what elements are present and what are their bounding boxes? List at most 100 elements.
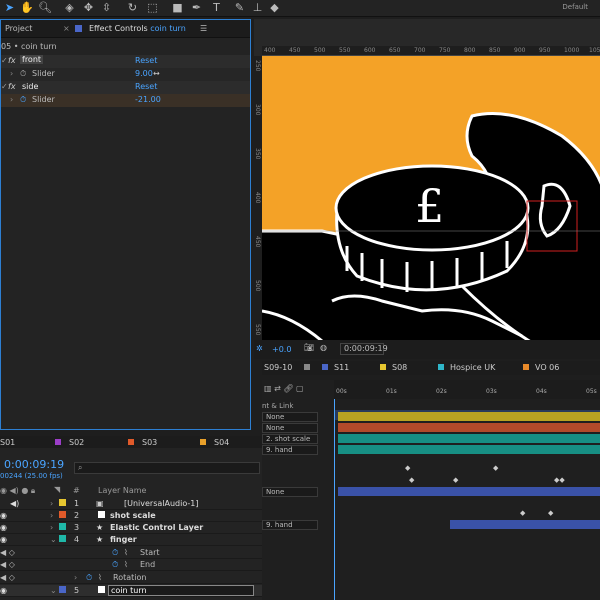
- keyframe-nav-icon[interactable]: ◀ ◇: [0, 573, 15, 582]
- chevron-down-icon[interactable]: ⌄: [50, 535, 57, 544]
- keyframe-icon[interactable]: ◆: [453, 476, 458, 484]
- eye-icon[interactable]: ◉: [0, 535, 7, 544]
- effect-name[interactable]: front: [20, 55, 44, 64]
- audio-icon[interactable]: ◀): [10, 499, 19, 508]
- chevron-right-icon[interactable]: ›: [10, 95, 13, 104]
- keyframe-icon[interactable]: ◆: [548, 509, 553, 517]
- orbit-camera-icon[interactable]: ◈: [63, 1, 76, 15]
- parent-dropdown[interactable]: None: [262, 487, 318, 497]
- comp-marker[interactable]: S09-10: [264, 363, 316, 372]
- snapshot-icon[interactable]: ✲: [256, 344, 263, 353]
- layer-row[interactable]: ◉ › 2 shot scale: [0, 510, 262, 522]
- layer-row[interactable]: ◉ › 3 ★ Elastic Control Layer: [0, 522, 262, 534]
- keyframe-nav-icon[interactable]: ◀ ◇: [0, 548, 15, 557]
- timeline-timecode[interactable]: 0:00:09:19: [4, 458, 64, 471]
- comp-marker[interactable]: S02: [55, 438, 84, 447]
- property-row[interactable]: ◀ ◇ ⏱ ⌇ End: [0, 559, 262, 571]
- layer-name-header[interactable]: Layer Name: [98, 486, 146, 495]
- effect-row-side[interactable]: ✓ fx side Reset: [1, 81, 250, 94]
- rotation-tool-icon[interactable]: ↻: [126, 1, 139, 15]
- keyframe-icon[interactable]: ◆: [520, 509, 525, 517]
- stopwatch-icon[interactable]: ⏱: [112, 560, 118, 570]
- tab-effect-controls[interactable]: Effect Controls coin turn: [89, 24, 186, 33]
- parent-dropdown[interactable]: 2. shot scale: [262, 434, 318, 444]
- parent-dropdown[interactable]: None: [262, 423, 318, 433]
- comp-marker[interactable]: S04: [200, 438, 229, 447]
- comp-marker[interactable]: S08: [380, 363, 407, 372]
- clone-stamp-icon[interactable]: ⊥: [251, 1, 264, 15]
- chevron-right-icon[interactable]: ›: [50, 499, 53, 508]
- viewer-timecode[interactable]: 0:00:09:19: [340, 343, 388, 355]
- layer-row-selected[interactable]: ◉ ⌄ 5 coin turn: [0, 585, 262, 597]
- slider-value[interactable]: 9.00: [135, 69, 153, 78]
- property-row[interactable]: ◀ ◇ ⏱ ⌇ Start: [0, 547, 262, 559]
- rectangle-tool-icon[interactable]: ■: [171, 1, 184, 15]
- property-row[interactable]: ◀ ◇ › ⏱ ⌇ Rotation: [0, 572, 262, 584]
- exposure-value[interactable]: +0.0: [272, 345, 291, 354]
- eye-icon[interactable]: ◉: [0, 523, 7, 532]
- dolly-camera-icon[interactable]: ⇳: [100, 1, 113, 15]
- layer-bar[interactable]: [338, 412, 600, 421]
- stopwatch-icon[interactable]: ⏱: [112, 548, 118, 558]
- reset-link[interactable]: Reset: [135, 56, 157, 65]
- chevron-right-icon[interactable]: ›: [50, 523, 53, 532]
- pan-behind-icon[interactable]: ⬚: [146, 1, 159, 15]
- stopwatch-icon[interactable]: ⏱: [86, 573, 92, 583]
- layer-bar[interactable]: [338, 434, 600, 443]
- eye-icon[interactable]: ◉: [0, 586, 7, 595]
- layer-bar[interactable]: [450, 520, 600, 529]
- panel-menu-icon[interactable]: ☰: [200, 24, 207, 33]
- parent-dropdown[interactable]: 9. hand: [262, 445, 318, 455]
- label-color[interactable]: [59, 499, 66, 506]
- pen-tool-icon[interactable]: ✒: [190, 1, 203, 15]
- workspace-label[interactable]: Default: [562, 3, 588, 11]
- layer-name[interactable]: finger: [110, 535, 137, 544]
- property-name[interactable]: End: [140, 560, 155, 569]
- chevron-right-icon[interactable]: ›: [10, 69, 13, 78]
- effect-row-front[interactable]: ✓ fx front Reset: [1, 55, 250, 68]
- keyframe-icon[interactable]: ◆: [493, 464, 498, 472]
- stopwatch-icon[interactable]: ⏱: [20, 95, 26, 105]
- current-time-indicator[interactable]: [334, 399, 335, 600]
- eraser-tool-icon[interactable]: ◆: [268, 1, 281, 15]
- type-tool-icon[interactable]: T: [210, 1, 223, 15]
- layer-row[interactable]: ◀) › 1 ▣ [UniversalAudio-1]: [0, 498, 262, 510]
- effect-name[interactable]: side: [22, 82, 38, 91]
- keyframe-nav-icon[interactable]: ◀ ◇: [0, 560, 15, 569]
- channel-icon[interactable]: ◍: [320, 343, 327, 352]
- comp-marker[interactable]: VO 06: [523, 363, 559, 372]
- layer-name-edit-field[interactable]: coin turn: [108, 585, 254, 596]
- disclosure-icon[interactable]: ✓: [1, 56, 8, 65]
- parent-dropdown[interactable]: None: [262, 412, 318, 422]
- close-icon[interactable]: ×: [63, 24, 70, 33]
- brush-tool-icon[interactable]: ✎: [233, 1, 246, 15]
- search-input[interactable]: [74, 462, 260, 474]
- composition-canvas[interactable]: £: [262, 56, 600, 359]
- camera-icon[interactable]: 📷︎: [304, 343, 314, 352]
- layer-name[interactable]: shot scale: [110, 511, 156, 520]
- keyframe-icon[interactable]: ◆◆: [554, 476, 565, 484]
- layer-bar[interactable]: [338, 445, 600, 454]
- reset-link[interactable]: Reset: [135, 82, 157, 91]
- label-color[interactable]: [59, 523, 66, 530]
- label-color[interactable]: [59, 511, 66, 518]
- hand-tool-icon[interactable]: ✋: [20, 1, 34, 15]
- comp-marker[interactable]: S01: [0, 438, 15, 447]
- label-color[interactable]: [59, 535, 66, 542]
- fx-icon[interactable]: fx: [8, 82, 16, 91]
- parent-dropdown[interactable]: 9. hand: [262, 520, 318, 530]
- timeline-tool-icons[interactable]: ▥ ⇄ 🔗︎ ▢: [264, 384, 304, 393]
- stopwatch-icon[interactable]: ⏱: [20, 69, 26, 79]
- comp-marker[interactable]: S11: [322, 363, 349, 372]
- layer-bar[interactable]: [338, 423, 600, 432]
- selection-tool-icon[interactable]: ➤: [3, 1, 16, 15]
- comp-marker[interactable]: Hospice UK: [438, 363, 495, 372]
- property-name[interactable]: Start: [140, 548, 160, 557]
- chevron-right-icon[interactable]: ›: [74, 573, 77, 582]
- pan-camera-icon[interactable]: ✥: [82, 1, 95, 15]
- fx-icon[interactable]: fx: [8, 56, 16, 65]
- keyframe-icon[interactable]: ◆: [409, 476, 414, 484]
- keyframe-icon[interactable]: ◆: [405, 464, 410, 472]
- property-name[interactable]: Rotation: [113, 573, 146, 582]
- layer-row[interactable]: ◉ ⌄ 4 ★ finger: [0, 534, 262, 546]
